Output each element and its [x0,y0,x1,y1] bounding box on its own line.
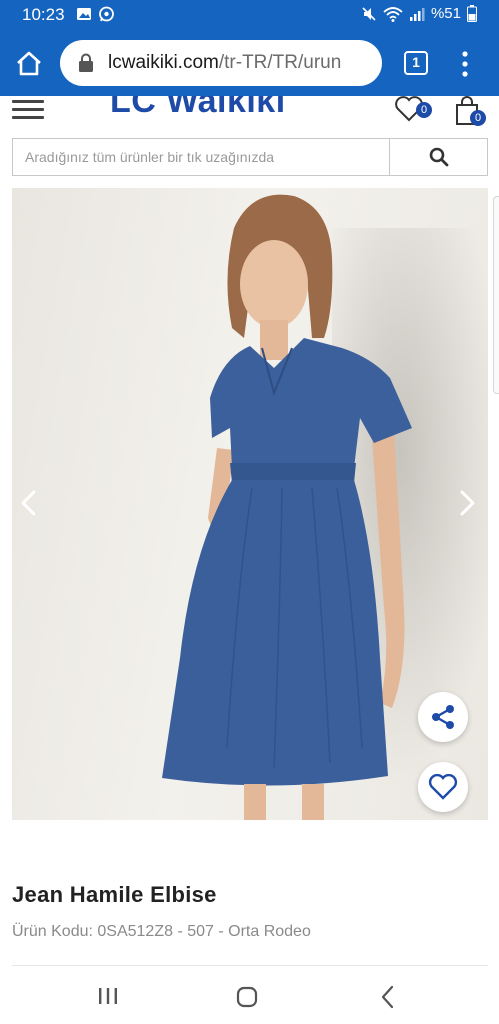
battery-percent: %51 [430,5,461,22]
address-bar[interactable]: lcwaikiki.com/tr-TR/TR/urun [60,40,382,86]
url-text: lcwaikiki.com/tr-TR/TR/urun [108,52,341,74]
search-button[interactable] [389,139,487,175]
model-figure [162,194,412,820]
site-logo[interactable]: LC Waikiki [110,96,286,121]
search-icon [429,147,448,167]
divider [12,965,488,966]
status-time: 10:23 [22,5,65,24]
cart-count-badge: 0 [470,110,486,126]
wifi-icon [383,6,403,22]
system-navigation-bar [0,968,499,1024]
battery-icon [467,5,477,22]
status-bar: 10:23 %51 [0,0,499,30]
signal-icon [409,7,425,21]
search-input[interactable] [13,139,389,175]
edge-panel-handle[interactable] [493,196,499,394]
url-host: lcwaikiki.com [108,52,219,73]
search-bar [12,138,488,176]
wishlist-button[interactable]: 0 [394,96,432,126]
share-button[interactable] [418,692,468,742]
site-header: LC Waikiki 0 0 [0,96,499,132]
product-image[interactable] [12,188,488,820]
next-image-arrow-icon[interactable] [454,488,480,518]
lock-icon [79,53,93,72]
wishlist-count-badge: 0 [416,102,432,118]
cart-button[interactable]: 0 [452,96,488,128]
system-status-icons: %51 [361,5,477,22]
share-icon [432,705,454,729]
overflow-menu-icon[interactable] [460,50,470,78]
back-nav-icon[interactable] [380,985,394,1009]
home-nav-icon[interactable] [236,986,258,1008]
hamburger-menu-icon[interactable] [12,100,44,122]
product-code: Ürün Kodu: 0SA512Z8 - 507 - Orta Rodeo [12,923,311,940]
gallery-icon [77,8,91,20]
whatsapp-icon [99,6,114,22]
notification-icons [76,6,115,23]
tab-switcher-button[interactable]: 1 [404,51,428,75]
add-to-favorites-button[interactable] [418,762,468,812]
recent-apps-icon[interactable] [97,987,119,1005]
url-path: /tr-TR/TR/urun [218,52,342,73]
browser-toolbar: lcwaikiki.com/tr-TR/TR/urun 1 [0,30,499,96]
product-title: Jean Hamile Elbise [12,882,217,907]
mute-icon [362,6,376,21]
previous-image-arrow-icon[interactable] [16,488,42,518]
heart-outline-icon [428,774,458,800]
home-icon[interactable] [15,50,43,78]
